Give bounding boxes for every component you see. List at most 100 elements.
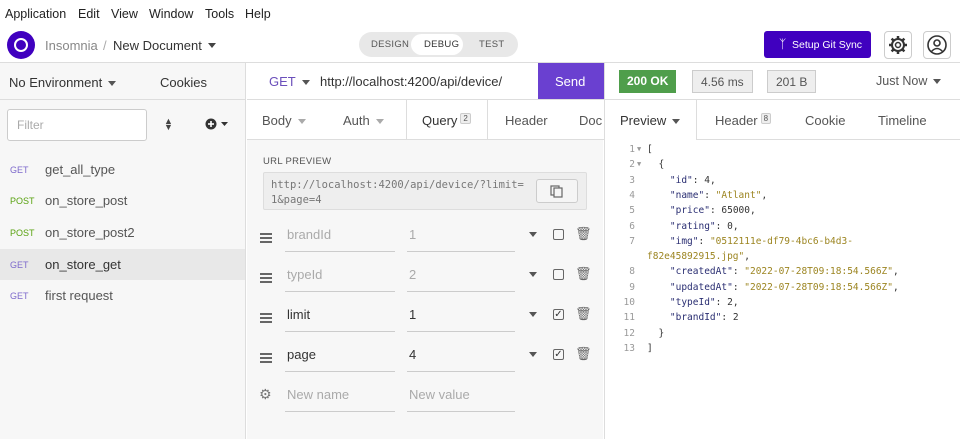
chevron-down-icon[interactable]: [529, 352, 537, 357]
request-item[interactable]: GET first request: [0, 280, 245, 311]
code-line: 5 "price": 65000,: [605, 205, 960, 220]
chevron-down-icon[interactable]: [529, 312, 537, 317]
menu-tools[interactable]: Tools: [205, 7, 234, 21]
sort-icon[interactable]: ▲ ▼: [164, 117, 173, 132]
code-text: "createdAt": "2022-07-28T09:18:54.566Z",: [669, 266, 899, 278]
param-value-input[interactable]: 1: [407, 298, 515, 332]
param-value-input[interactable]: 4: [407, 338, 515, 372]
fold-toggle-icon[interactable]: ▼: [637, 160, 641, 168]
menu-view[interactable]: View: [111, 7, 138, 21]
filter-input[interactable]: [17, 118, 137, 132]
chevron-down-icon: [375, 119, 384, 125]
fold-toggle-icon[interactable]: ▼: [637, 145, 641, 153]
chevron-down-icon: [933, 79, 942, 85]
tab-header[interactable]: Header: [505, 113, 548, 128]
drag-handle-icon[interactable]: [260, 273, 272, 283]
request-item-active[interactable]: GET on_store_get: [0, 249, 245, 280]
request-item[interactable]: GET get_all_type: [0, 154, 245, 185]
tab-auth[interactable]: Auth: [343, 113, 384, 128]
mode-test[interactable]: TEST: [479, 39, 504, 50]
insomnia-logo-icon[interactable]: [7, 31, 35, 59]
tab-preview-label: Preview: [620, 113, 681, 128]
tab-query[interactable]: Query 2: [406, 100, 488, 139]
param-enabled-checkbox[interactable]: ✓: [553, 309, 564, 320]
environment-selector[interactable]: No Environment: [9, 75, 117, 90]
menu-edit[interactable]: Edit: [78, 7, 100, 21]
tab-timeline[interactable]: Timeline: [878, 113, 927, 128]
code-line: 10 "typeId": 2,: [605, 297, 960, 312]
code-line: 11 "brandId": 2: [605, 312, 960, 327]
code-line: f82e45892915.jpg",: [605, 251, 960, 266]
chevron-down-icon[interactable]: [208, 43, 216, 48]
chevron-down-icon: [301, 80, 310, 86]
tab-cookie[interactable]: Cookie: [805, 113, 845, 128]
param-value-input[interactable]: 1: [407, 218, 515, 252]
method-label: GET: [269, 74, 296, 89]
request-item[interactable]: POST on_store_post2: [0, 217, 245, 248]
query-param-row: brandId 1 🗑: [247, 218, 603, 258]
trash-icon[interactable]: 🗑: [575, 346, 592, 362]
code-text: ]: [647, 342, 653, 354]
new-value-input[interactable]: New value: [407, 378, 515, 412]
mode-design[interactable]: DESIGN: [371, 39, 409, 50]
setup-git-sync-button[interactable]: ᛉ Setup Git Sync: [764, 31, 871, 58]
history-dropdown[interactable]: Just Now: [876, 74, 942, 88]
line-number: 4: [629, 189, 635, 201]
code-text: "img": "0512111e-df79-4bc6-b4d3-: [669, 235, 853, 247]
breadcrumb-document[interactable]: New Document: [113, 38, 202, 53]
send-button[interactable]: Send: [538, 63, 604, 99]
plus-circle-icon: [205, 118, 228, 130]
request-item[interactable]: POST on_store_post: [0, 185, 245, 216]
settings-button[interactable]: [884, 31, 912, 59]
request-name: get_all_type: [45, 162, 116, 177]
param-name-input[interactable]: brandId: [285, 218, 395, 252]
trash-icon[interactable]: 🗑: [575, 226, 592, 242]
breadcrumb-app[interactable]: Insomnia: [45, 38, 98, 53]
response-status-bar: 200 OK 4.56 ms 201 B Just Now: [604, 63, 960, 100]
param-enabled-checkbox[interactable]: ✓: [553, 349, 564, 360]
param-enabled-checkbox[interactable]: [553, 269, 564, 280]
menu-window[interactable]: Window: [149, 7, 193, 21]
menu-application[interactable]: Application: [5, 7, 66, 21]
url-bar: GET http://localhost:4200/api/device/ Se…: [247, 63, 604, 100]
code-line: 2 ▼ {: [605, 159, 960, 174]
drag-handle-icon[interactable]: [260, 353, 272, 363]
gear-icon[interactable]: ⚙: [259, 386, 272, 403]
tab-response-header[interactable]: Header 8: [715, 113, 772, 128]
cookies-button[interactable]: Cookies: [160, 75, 207, 90]
method-selector[interactable]: GET: [269, 74, 310, 89]
drag-handle-icon[interactable]: [260, 313, 272, 323]
drag-handle-icon[interactable]: [260, 233, 272, 243]
filter-field[interactable]: [7, 109, 147, 141]
param-name-input[interactable]: limit: [285, 298, 395, 332]
tab-preview[interactable]: Preview: [605, 100, 697, 140]
code-text: [: [647, 144, 653, 155]
param-name-input[interactable]: page: [285, 338, 395, 372]
code-line: 9 "updatedAt": "2022-07-28T09:18:54.566Z…: [605, 282, 960, 297]
trash-icon[interactable]: 🗑: [575, 306, 592, 322]
url-input[interactable]: http://localhost:4200/api/device/: [320, 74, 502, 89]
add-request-button[interactable]: [205, 117, 231, 134]
tab-query-label: Query 2: [422, 113, 471, 128]
chevron-down-icon: [672, 119, 681, 125]
tab-docs[interactable]: Doc: [579, 113, 602, 128]
request-method: GET: [10, 291, 29, 301]
param-enabled-checkbox[interactable]: [553, 229, 564, 240]
trash-icon[interactable]: 🗑: [575, 266, 592, 282]
param-name-input[interactable]: typeId: [285, 258, 395, 292]
gear-icon: [889, 36, 907, 54]
time-badge: 4.56 ms: [692, 70, 753, 93]
chevron-down-icon[interactable]: [529, 232, 537, 237]
code-line: 13]: [605, 343, 960, 358]
mode-debug[interactable]: DEBUG: [424, 39, 459, 50]
param-value-input[interactable]: 2: [407, 258, 515, 292]
account-button[interactable]: [923, 31, 951, 59]
copy-url-button[interactable]: [536, 179, 578, 203]
menu-help[interactable]: Help: [245, 7, 271, 21]
line-number: 7: [629, 235, 635, 247]
response-preview: 1 ▼[2 ▼ {3 "id": 4, 4 "name": "Atlant", 5 "p…: [604, 140, 960, 439]
request-tabs: Body Auth Query 2 Header Doc: [247, 100, 604, 140]
new-name-input[interactable]: New name: [285, 378, 395, 412]
chevron-down-icon[interactable]: [529, 272, 537, 277]
tab-body[interactable]: Body: [262, 113, 306, 128]
